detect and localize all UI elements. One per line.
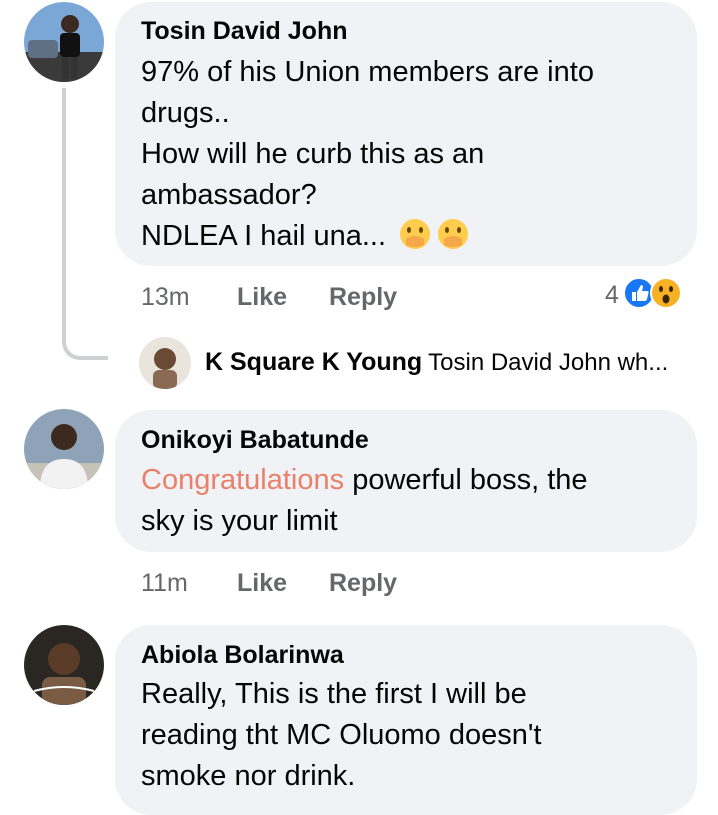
reply-author[interactable]: K Square K Young (205, 348, 422, 376)
wow-reaction-icon (649, 277, 682, 314)
comment-author[interactable]: Tosin David John (141, 17, 348, 46)
comment-time[interactable]: 11m (141, 569, 237, 598)
highlighted-word[interactable]: Congratulations (141, 464, 344, 496)
comment-line: drugs.. (141, 97, 230, 129)
reply-snippet: Tosin David John wh... (428, 349, 669, 376)
comment-line: reading tht MC Oluomo doesn't (141, 719, 542, 751)
comment-line: ambassador? (141, 179, 317, 211)
comment-line: Congratulations powerful boss, the (141, 460, 681, 501)
avatar-tosin[interactable] (24, 2, 104, 82)
like-button[interactable]: Like (237, 569, 329, 598)
comment-line: Really, This is the first I will be (141, 678, 527, 710)
reply-preview[interactable]: K Square K Young Tosin David John wh... (205, 348, 668, 377)
comment-line-text: NDLEA I hail una... (141, 220, 387, 252)
comment-line: 97% of his Union members are into (141, 56, 594, 88)
reaction-summary[interactable]: 4 (605, 277, 682, 314)
reply-button[interactable]: Reply (329, 569, 397, 598)
reply-button[interactable]: Reply (329, 283, 397, 312)
comment-time[interactable]: 13m (141, 283, 237, 312)
comment-author[interactable]: Abiola Bolarinwa (141, 641, 344, 670)
comment-line: NDLEA I hail una... (141, 216, 681, 263)
hand-over-mouth-emoji-icon (436, 217, 470, 263)
comment-author[interactable]: Onikoyi Babatunde (141, 426, 369, 455)
avatar-abiola[interactable] (24, 625, 104, 705)
comment-text: 97% of his Union members are into drugs.… (141, 52, 681, 263)
avatar-onikoyi[interactable] (24, 409, 104, 489)
comment-actions: 13m Like Reply (141, 283, 397, 312)
avatar-ksquare[interactable] (139, 337, 191, 389)
hand-over-mouth-emoji-icon (398, 217, 432, 263)
comment-text: Congratulations powerful boss, the sky i… (141, 460, 681, 542)
thread-connector (62, 88, 108, 360)
comment-line: How will he curb this as an (141, 138, 485, 170)
comment-line: smoke nor drink. (141, 760, 356, 792)
comment-line: sky is your limit (141, 505, 338, 537)
comment-line-text: powerful boss, the (344, 464, 588, 496)
comment-text: Really, This is the first I will be read… (141, 674, 681, 797)
like-button[interactable]: Like (237, 283, 329, 312)
comment-actions: 11m Like Reply (141, 569, 397, 598)
reaction-count: 4 (605, 281, 619, 309)
